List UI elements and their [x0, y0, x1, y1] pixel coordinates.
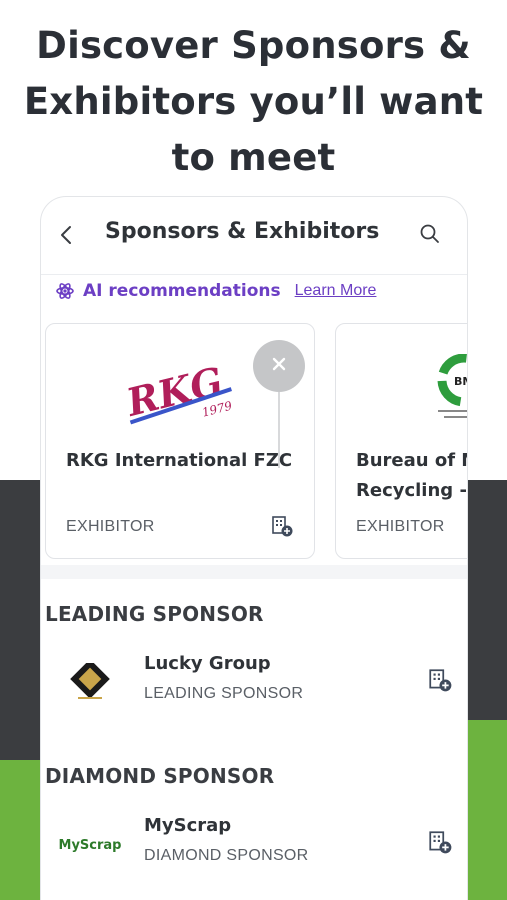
divider [41, 565, 467, 579]
list-item[interactable]: Lucky Group LEADING SPONSOR [41, 639, 467, 741]
phone-screen: Sponsors & Exhibitors AI recommendations… [40, 196, 468, 900]
lucky-group-logo [55, 657, 125, 709]
headline-line-1: Discover Sponsors & [36, 24, 471, 67]
add-to-meeting-icon[interactable] [270, 514, 294, 538]
chevron-left-icon[interactable] [55, 223, 79, 247]
sponsor-name: Lucky Group [144, 653, 271, 674]
sponsor-type: DIAMOND SPONSOR [144, 847, 309, 864]
leading-sponsor-section: LEADING SPONSOR Lucky Group LEADING SPON… [41, 579, 467, 741]
sponsor-name: MyScrap [144, 815, 232, 836]
card-company-type: EXHIBITOR [66, 518, 155, 535]
rkg-logo: RKG 1979 [118, 350, 238, 430]
add-to-meeting-icon[interactable] [427, 667, 453, 693]
section-heading: LEADING SPONSOR [45, 602, 264, 626]
app-header: Sponsors & Exhibitors [41, 197, 467, 275]
bmr-logo-text: BMR [454, 375, 468, 388]
myscrap-logo-text: MyScrap [58, 837, 122, 853]
section-heading: DIAMOND SPONSOR [45, 764, 275, 788]
headline-line-3: to meet [171, 136, 336, 179]
close-icon [271, 356, 287, 377]
diamond-sponsor-section: DIAMOND SPONSOR MyScrap MyScrap DIAMOND … [41, 741, 467, 900]
card-company-name: RKG International FZC [66, 450, 293, 471]
atom-icon [55, 281, 75, 301]
bmr-logo: BMR [432, 353, 468, 430]
ai-recommendations-label: AI recommendations [83, 281, 281, 301]
ai-recommendations-bar: AI recommendations Learn More [41, 275, 467, 307]
recommendation-card[interactable]: BMR Bureau of M Recycling - EXHIBITOR [335, 323, 468, 559]
card-company-name: Bureau of M Recycling - [356, 446, 468, 506]
promo-headline: Discover Sponsors & Exhibitors you’ll wa… [0, 18, 507, 186]
card-company-name-line-1: Bureau of M [356, 450, 468, 471]
dismiss-button[interactable] [253, 340, 305, 392]
search-icon[interactable] [419, 223, 441, 245]
card-company-type: EXHIBITOR [356, 518, 445, 535]
sponsor-type: LEADING SPONSOR [144, 685, 304, 702]
add-to-meeting-icon[interactable] [427, 829, 453, 855]
headline-line-2: Exhibitors you’ll want [23, 80, 484, 123]
learn-more-link[interactable]: Learn More [295, 282, 377, 300]
recommendation-card[interactable]: RKG 1979 RKG International FZC EXHIBITOR [45, 323, 315, 559]
myscrap-logo: MyScrap [55, 819, 125, 871]
recommendations-carousel[interactable]: RKG 1979 RKG International FZC EXHIBITOR [41, 307, 467, 565]
page-title: Sponsors & Exhibitors [105, 219, 380, 244]
list-item[interactable]: MyScrap MyScrap DIAMOND SPONSOR [41, 801, 467, 900]
card-company-name-line-2: Recycling - [356, 480, 467, 501]
